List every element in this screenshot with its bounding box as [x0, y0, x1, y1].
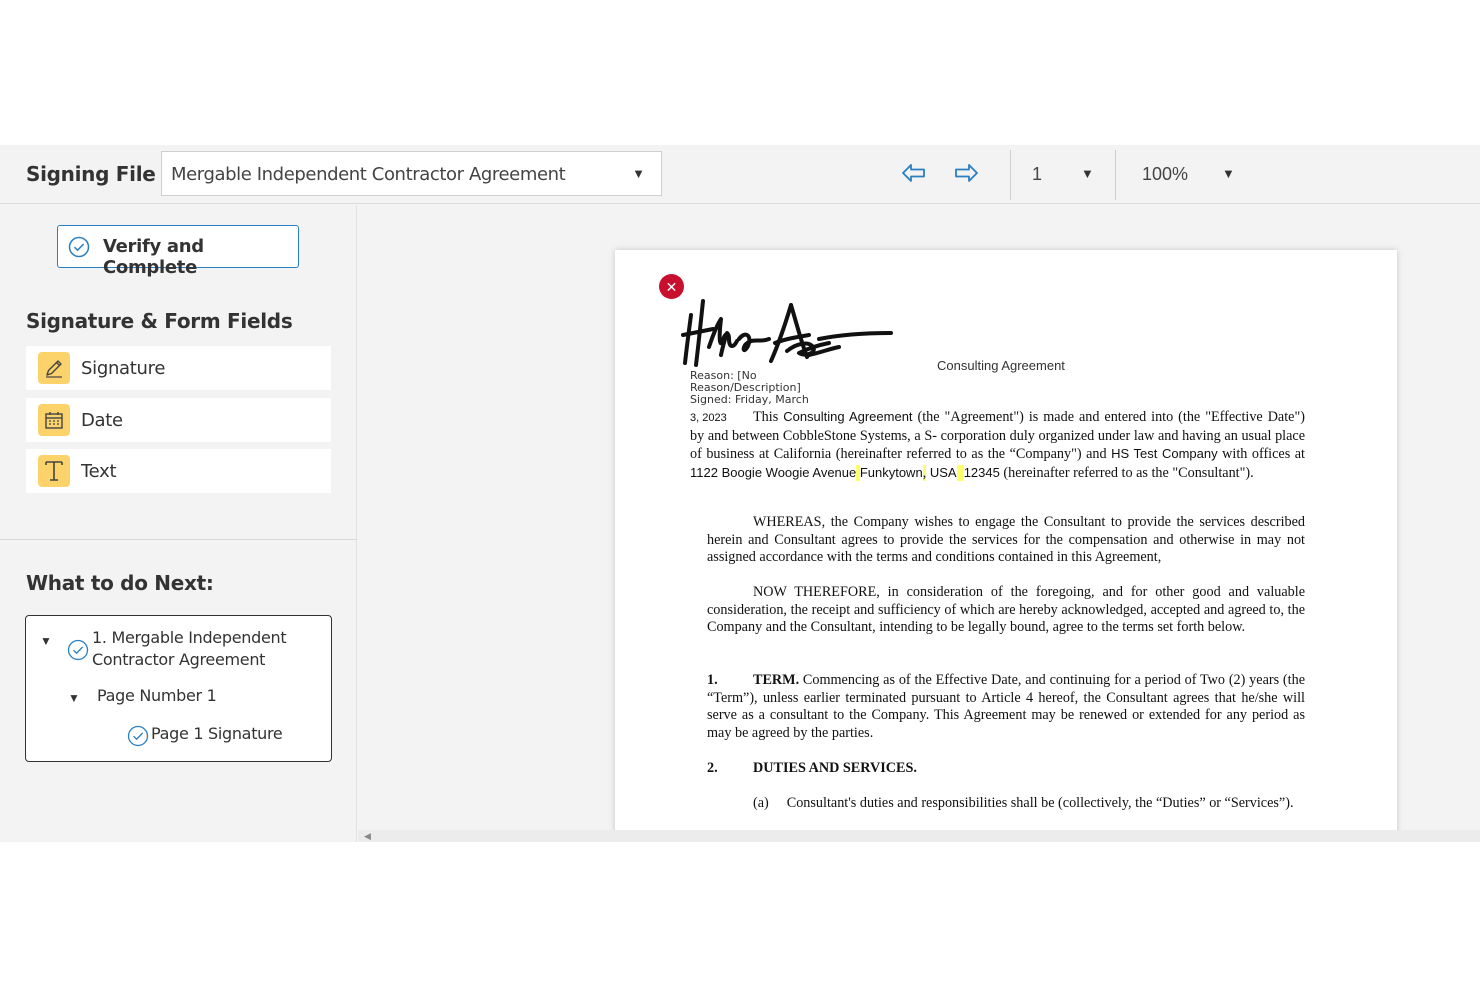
scroll-left-icon[interactable]: ◀: [364, 831, 371, 842]
document-section-duties: 2. DUTIES AND SERVICES.: [707, 760, 917, 776]
text-field-label: Text: [81, 461, 117, 482]
check-circle-icon: [127, 725, 149, 747]
signature-image[interactable]: [679, 295, 899, 375]
toolbar-divider: [1010, 150, 1011, 200]
chevron-down-icon: ▼: [632, 166, 645, 181]
previous-page-button[interactable]: [901, 161, 927, 185]
tree-task-item[interactable]: Page 1 Signature: [151, 723, 283, 745]
document-paragraph-whereas: WHEREAS, the Company wishes to engage th…: [707, 514, 1305, 566]
horizontal-scrollbar[interactable]: ◀: [358, 830, 1480, 842]
page-number-select[interactable]: 1: [1032, 164, 1042, 185]
document-paragraph-now-therefore: NOW THEREFORE, in consideration of the f…: [707, 584, 1305, 636]
signature-info: Reason: [No Reason/Description] Signed: …: [690, 370, 840, 406]
document-title: Consulting Agreement: [937, 358, 1065, 373]
arrow-right-icon: [955, 164, 978, 182]
signature-signed-date: Signed: Friday, March: [690, 393, 809, 406]
signing-app: Signing File : Mergable Independent Cont…: [0, 145, 1480, 842]
document-page: ✕ Reason: [No Reason/Description] Signed…: [615, 250, 1397, 830]
document-subsection-a: (a) Consultant's duties and responsibilit…: [753, 795, 1294, 811]
tree-expand-caret-icon[interactable]: ▼: [40, 634, 52, 648]
document-paragraph-intro: 3, 2023 This Consulting Agreement (the "A…: [690, 409, 1305, 481]
verify-and-complete-button[interactable]: Verify and Complete: [57, 225, 299, 278]
document-viewer[interactable]: ✕ Reason: [No Reason/Description] Signed…: [358, 205, 1480, 830]
toolbar: Signing File : Mergable Independent Cont…: [0, 145, 1480, 204]
signature-field-label: Signature: [81, 358, 166, 379]
check-circle-icon: [68, 236, 90, 258]
signature-date-suffix: 3, 2023: [690, 412, 727, 424]
date-field-item[interactable]: Date: [26, 398, 331, 442]
signature-reason: Reason: [No Reason/Description]: [690, 369, 801, 394]
tree-page-item[interactable]: Page Number 1: [97, 685, 217, 707]
tree-document-item[interactable]: 1. Mergable Independent Contractor Agree…: [92, 627, 312, 671]
toolbar-divider: [1115, 150, 1116, 200]
tree-expand-caret-icon[interactable]: ▼: [68, 691, 80, 705]
signing-file-select[interactable]: Mergable Independent Contractor Agreemen…: [161, 151, 662, 196]
signing-file-value: Mergable Independent Contractor Agreemen…: [171, 164, 566, 185]
sidebar: Verify and Complete Signature & Form Fie…: [0, 205, 357, 842]
sidebar-divider: [0, 539, 357, 540]
next-steps-title: What to do Next:: [26, 571, 214, 595]
fields-section-title: Signature & Form Fields: [26, 309, 293, 333]
signing-file-label: Signing File :: [26, 162, 170, 186]
text-t-icon: [38, 455, 70, 487]
chevron-down-icon[interactable]: ▼: [1081, 166, 1094, 181]
pen-icon: [38, 352, 70, 384]
calendar-icon: [38, 404, 70, 436]
document-section-term: 1. TERM. Commencing as of the Effective D…: [707, 672, 1305, 741]
zoom-select[interactable]: 100%: [1142, 164, 1188, 185]
next-page-button[interactable]: [953, 161, 979, 185]
chevron-down-icon[interactable]: ▼: [1222, 166, 1235, 181]
text-field-item[interactable]: Text: [26, 449, 331, 493]
check-circle-icon: [67, 639, 89, 661]
arrow-left-icon: [902, 164, 925, 182]
signature-field-item[interactable]: Signature: [26, 346, 331, 390]
next-steps-tree: ▼ 1. Mergable Independent Contractor Agr…: [25, 615, 332, 762]
verify-button-label: Verify and Complete: [103, 236, 204, 278]
date-field-label: Date: [81, 410, 123, 431]
close-icon: ✕: [665, 278, 678, 295]
